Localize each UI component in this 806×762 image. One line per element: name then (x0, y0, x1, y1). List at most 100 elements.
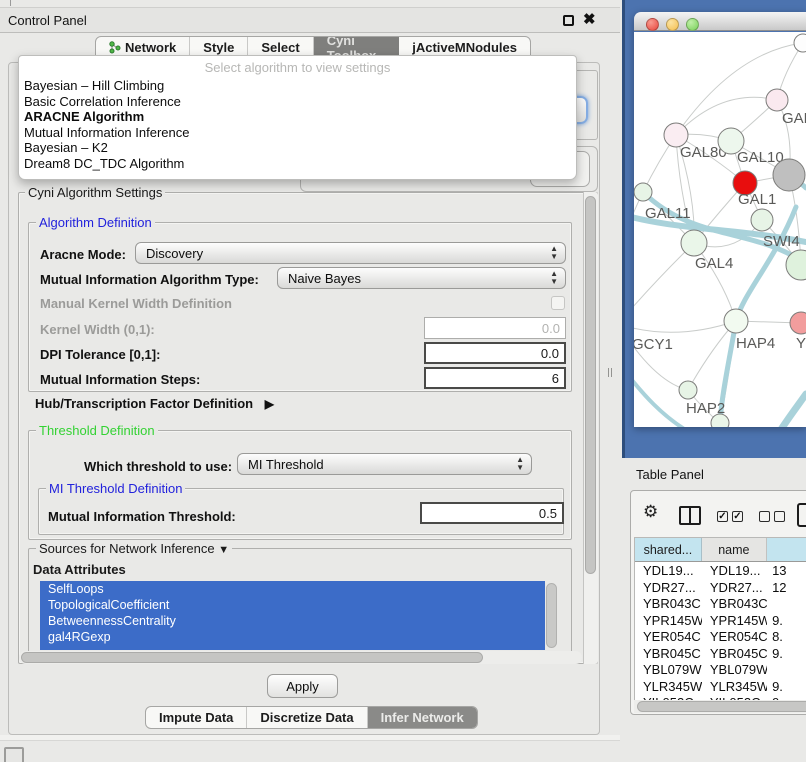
dropdown-item[interactable]: Basic Correlation Inference (19, 94, 576, 110)
network-node[interactable] (711, 414, 729, 427)
node-label: GAL11 (645, 205, 691, 222)
zoom-traffic-light[interactable] (686, 18, 699, 31)
dropdown-item[interactable]: Dream8 DC_TDC Algorithm (19, 156, 576, 172)
table-function-icon[interactable] (797, 503, 806, 527)
attribute-list-item[interactable]: gal4RGexp (40, 629, 545, 645)
attribute-list-item[interactable]: TopologicalCoefficient (40, 597, 545, 613)
network-edge[interactable] (634, 321, 736, 332)
table-row[interactable]: YDL19...YDL19...13 (635, 563, 806, 580)
network-node-gal[interactable] (766, 89, 788, 111)
close-traffic-light[interactable] (646, 18, 659, 31)
columns-icon[interactable] (679, 506, 701, 525)
aracne-mode-combo[interactable]: Discovery ▲▼ (135, 242, 566, 264)
network-node-hap4[interactable] (724, 309, 748, 333)
table-panel-title: Table Panel (636, 467, 704, 482)
dropdown-item[interactable]: Bayesian – Hill Climbing (19, 78, 576, 94)
network-icon (109, 41, 121, 54)
cyni-settings-title: Cyni Algorithm Settings (25, 185, 165, 200)
table-row[interactable]: YBR045CYBR045C9. (635, 646, 806, 663)
node-table: shared...name YDL19...YDL19...13YDR27...… (634, 537, 806, 701)
attributes-scrollbar[interactable] (546, 583, 557, 648)
hub-definition-toggle[interactable]: Hub/Transcription Factor Definition ▶ (35, 396, 274, 411)
attribute-list-item[interactable]: BetweennessCentrality (40, 613, 545, 629)
tab-label: Select (261, 40, 299, 55)
settings-hscrollbar-thumb[interactable] (21, 652, 483, 663)
mi-type-label: Mutual Information Algorithm Type: (40, 272, 259, 287)
dpi-tolerance-field[interactable]: 0.0 (424, 342, 566, 364)
table-row[interactable]: YDR27...YDR27...12 (635, 580, 806, 597)
table-hscrollbar-track[interactable] (634, 700, 806, 713)
table-row[interactable]: YBR043CYBR043C (635, 596, 806, 613)
data-attributes-list[interactable]: SelfLoopsTopologicalCoefficientBetweenne… (40, 581, 545, 650)
network-node-gal4[interactable] (681, 230, 707, 256)
tab-infer-network[interactable]: Infer Network (368, 707, 477, 728)
mi-threshold-title: MI Threshold Definition (46, 481, 185, 496)
manual-kernel-checkbox[interactable] (551, 296, 565, 310)
network-edge[interactable] (634, 324, 688, 390)
dropdown-item[interactable]: Bayesian – K2 (19, 140, 576, 156)
sources-title-row[interactable]: Sources for Network Inference ▼ (36, 541, 232, 556)
checked-checkbox-icon[interactable]: ✓ (732, 511, 743, 522)
network-node-gal11[interactable] (634, 183, 652, 201)
network-window-titlebar[interactable] (634, 12, 806, 31)
table-cell (767, 662, 806, 679)
node-label: HAP4 (736, 335, 775, 352)
panel-splitter-handle[interactable] (608, 368, 612, 377)
aracne-mode-value: Discovery (146, 246, 203, 261)
table-hscrollbar-thumb[interactable] (637, 701, 806, 712)
stepper-arrows-icon: ▲▼ (516, 456, 524, 472)
table-cell: 9. (767, 679, 806, 696)
mi-type-value: Naive Bayes (288, 271, 361, 286)
column-header[interactable] (767, 538, 806, 561)
which-threshold-combo[interactable]: MI Threshold ▲▼ (237, 453, 532, 475)
close-icon[interactable]: ✖ (583, 10, 596, 28)
dropdown-item[interactable]: Mutual Information Inference (19, 125, 576, 141)
kernel-width-field[interactable]: 0.0 (424, 317, 566, 339)
float-panel-icon[interactable] (563, 15, 574, 26)
network-canvas[interactable]: GALGAL80GAL10GAL1GAL11SWI4GAL4GCY1HAP4YH… (634, 32, 806, 427)
unchecked-checkbox-icon[interactable] (759, 511, 770, 522)
algorithm-definition-title: Algorithm Definition (36, 215, 155, 230)
collapsed-panel-button[interactable] (4, 747, 24, 762)
mi-type-combo[interactable]: Naive Bayes ▲▼ (277, 267, 566, 289)
mi-steps-field[interactable]: 6 (424, 367, 566, 389)
table-row[interactable]: YPR145WYPR145W9. (635, 613, 806, 630)
dropdown-item[interactable]: ARACNE Algorithm (19, 109, 576, 125)
tab-impute-data[interactable]: Impute Data (146, 707, 247, 728)
settings-vscrollbar-thumb[interactable] (585, 196, 596, 574)
node-label: GCY1 (634, 336, 673, 353)
network-node[interactable] (794, 34, 806, 52)
column-header[interactable]: shared... (635, 538, 702, 561)
network-node-swi4[interactable] (751, 209, 773, 231)
network-edge[interactable] (778, 394, 806, 427)
network-node-hap2[interactable] (679, 381, 697, 399)
table-cell: YBR043C (635, 596, 702, 613)
table-cell: YLR345W (702, 679, 767, 696)
network-node[interactable] (773, 159, 805, 191)
table-cell: YBL079W (702, 662, 767, 679)
mi-steps-label: Mutual Information Steps: (40, 372, 200, 387)
table-cell: YDL19... (635, 563, 702, 580)
network-node-y[interactable] (790, 312, 806, 334)
table-header-row: shared...name (635, 538, 806, 562)
table-row[interactable]: YLR345WYLR345W9. (635, 679, 806, 696)
table-rows: YDL19...YDL19...13YDR27...YDR27...12YBR0… (635, 563, 806, 701)
gear-icon[interactable]: ⚙ (643, 502, 658, 522)
network-edge[interactable] (634, 243, 694, 324)
table-cell: 9. (767, 613, 806, 630)
attribute-list-item[interactable]: SelfLoops (40, 581, 545, 597)
apply-button[interactable]: Apply (267, 674, 338, 698)
table-row[interactable]: YER054CYER054C8. (635, 629, 806, 646)
column-header[interactable]: name (702, 538, 767, 561)
unchecked-checkbox-icon[interactable] (774, 511, 785, 522)
mi-threshold-field[interactable]: 0.5 (420, 502, 564, 524)
tab-discretize-data[interactable]: Discretize Data (247, 707, 367, 728)
table-cell: YBL079W (635, 662, 702, 679)
sources-title: Sources for Network Inference (39, 541, 215, 556)
table-row[interactable]: YBL079WYBL079W (635, 662, 806, 679)
checked-checkbox-icon[interactable]: ✓ (717, 511, 728, 522)
table-panel-body: ⚙ ✓ ✓ shared...name YDL19...YDL19...13YD… (630, 490, 806, 715)
minimize-traffic-light[interactable] (666, 18, 679, 31)
aracne-mode-label: Aracne Mode: (40, 247, 126, 262)
which-threshold-value: MI Threshold (248, 457, 324, 472)
